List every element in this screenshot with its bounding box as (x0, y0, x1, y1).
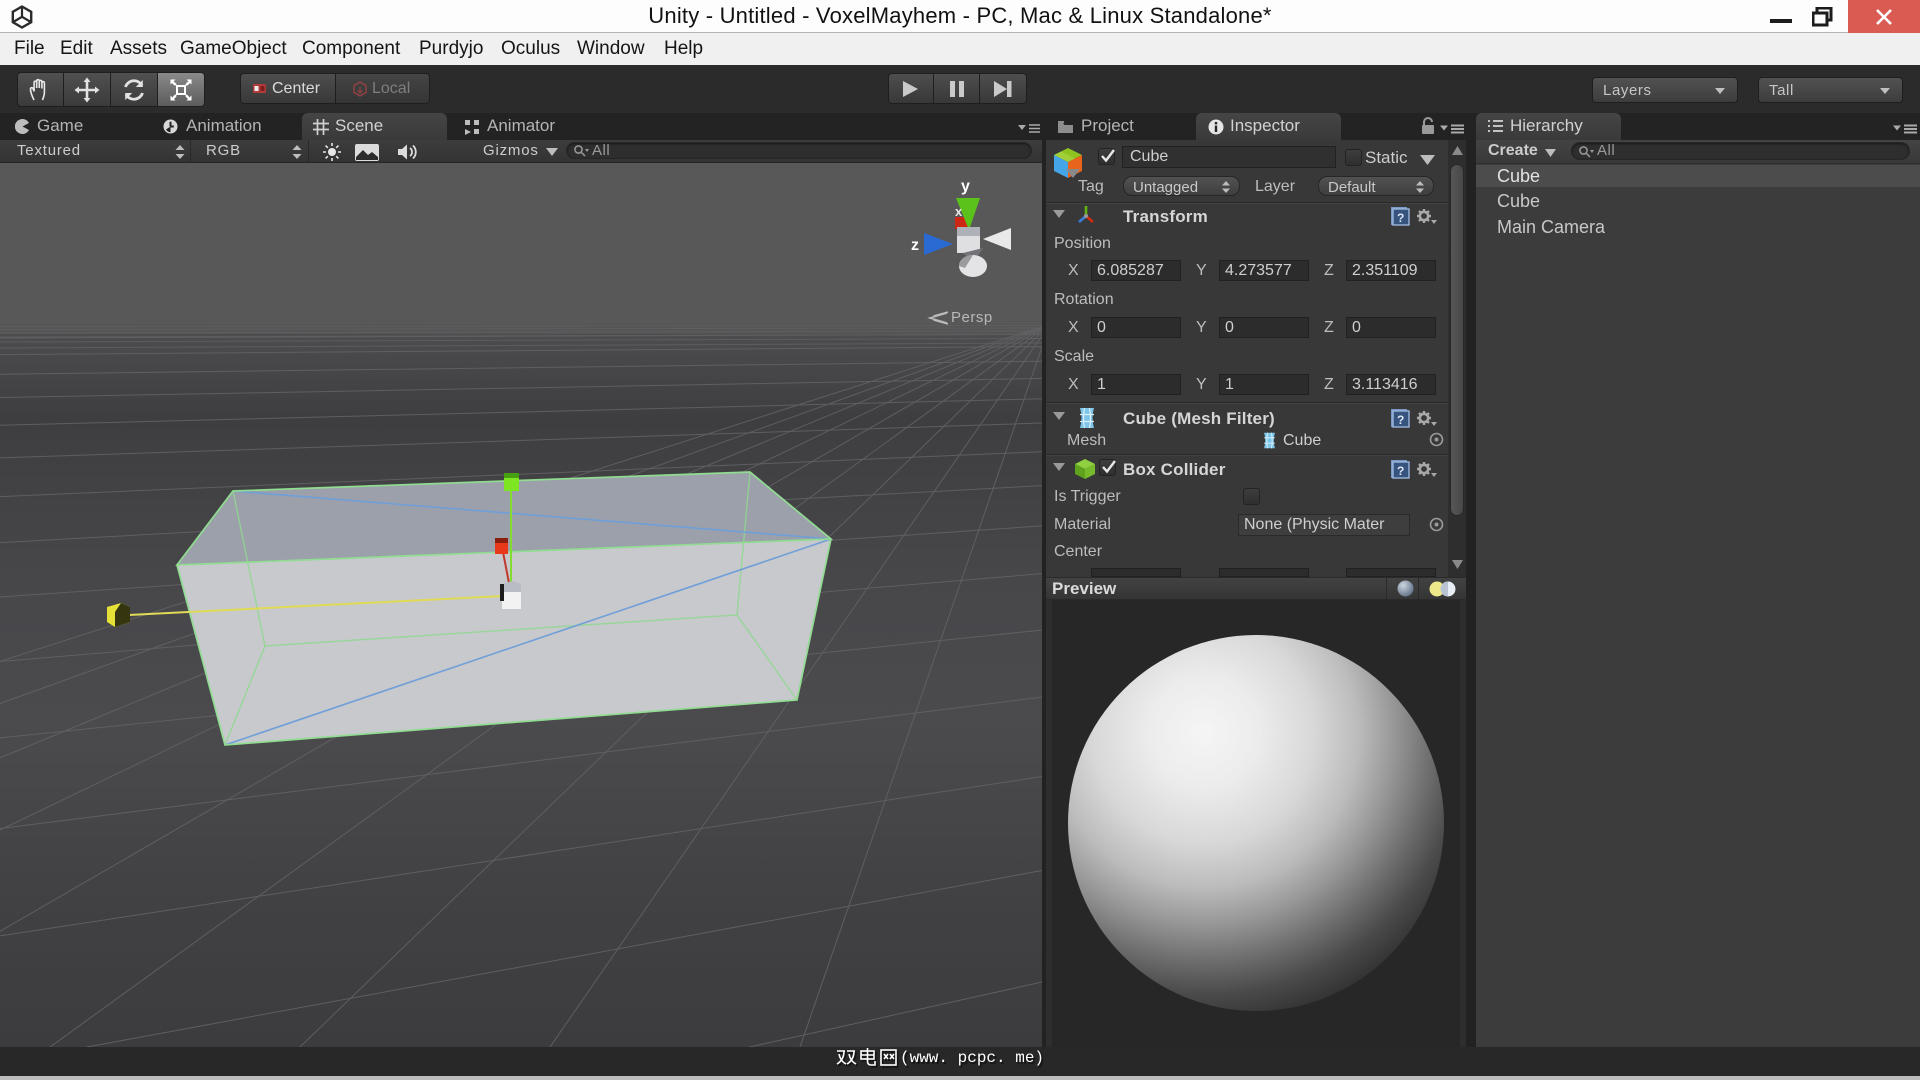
svg-text:?: ? (1397, 464, 1404, 478)
svg-text:y: y (961, 178, 970, 195)
svg-text:z: z (911, 237, 919, 254)
svg-text:Persp: Persp (951, 309, 993, 326)
svg-text:?: ? (1397, 413, 1404, 427)
svg-text:x: x (955, 204, 963, 219)
svg-text:?: ? (1397, 211, 1404, 225)
